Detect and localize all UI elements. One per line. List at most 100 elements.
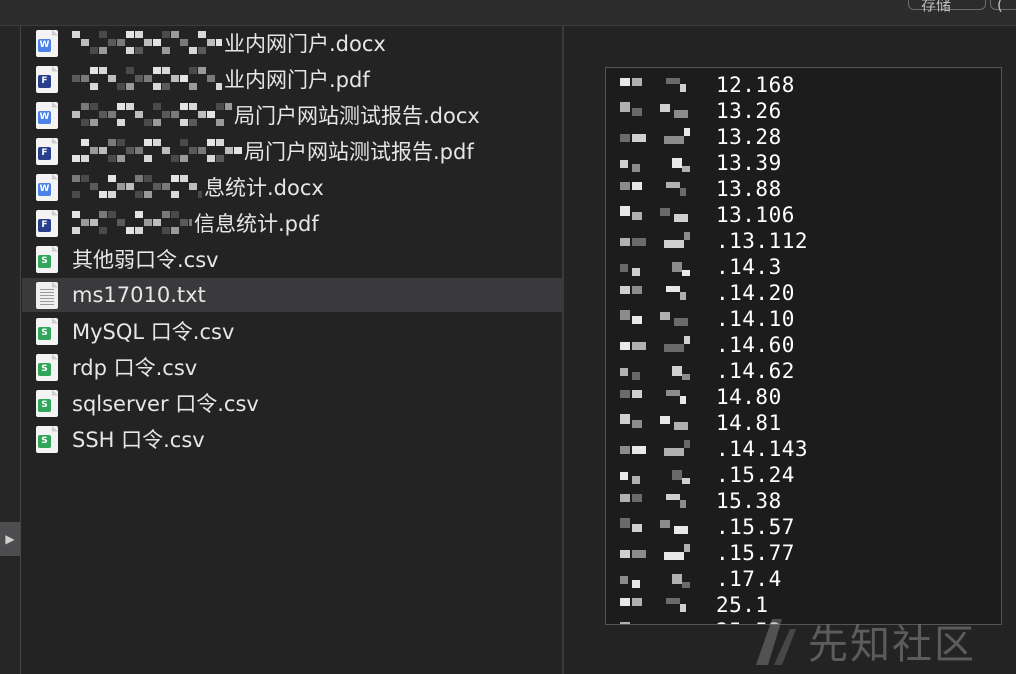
ip-address-suffix: .14.10: [716, 307, 795, 331]
more-button[interactable]: (: [990, 0, 1016, 14]
file-name-text: 其他弱口令.csv: [72, 248, 219, 272]
expand-arrow-icon[interactable]: ▶: [0, 522, 20, 556]
redacted-mask: [620, 334, 716, 356]
ip-address-suffix: .14.60: [716, 333, 795, 357]
file-name: 业内网门户.pdf: [72, 64, 370, 94]
redacted-mask: [72, 175, 202, 199]
preview-line: .17.4: [606, 566, 1001, 592]
file-name: rdp 口令.csv: [72, 352, 197, 382]
preview-line: .13.112: [606, 228, 1001, 254]
file-name: 局门户网站测试报告.docx: [72, 100, 480, 130]
file-row[interactable]: F 业内网门户.pdf: [22, 62, 562, 96]
ip-address-suffix: .14.62: [716, 359, 795, 383]
file-name: 息统计.docx: [72, 172, 324, 202]
redacted-mask: [620, 100, 716, 122]
preview-line: .14.20: [606, 280, 1001, 306]
ip-address-suffix: 14.81: [716, 411, 782, 435]
file-name-text: 息统计.docx: [204, 176, 324, 200]
file-row[interactable]: W 局门户网站测试报告.docx: [22, 98, 562, 132]
redacted-mask: [72, 103, 232, 127]
file-name-text: 局门户网站测试报告.pdf: [244, 140, 474, 164]
watermark-text: 先知社区: [808, 622, 976, 668]
file-name: ms17010.txt: [72, 283, 206, 307]
preview-pane: 12.168 13.26 13.28 13.39 13.88 13.106.13.112.…: [564, 26, 1016, 674]
redacted-mask: [620, 464, 716, 486]
file-row[interactable]: Srdp 口令.csv: [22, 350, 562, 384]
preview-line: 13.39: [606, 150, 1001, 176]
redacted-mask: [620, 256, 716, 278]
ip-address-suffix: .13.112: [716, 229, 809, 253]
file-row[interactable]: ms17010.txt: [22, 278, 562, 312]
redacted-mask: [620, 178, 716, 200]
more-button-label: (: [997, 0, 1003, 14]
preview-line: .14.143: [606, 436, 1001, 462]
preview-line: 13.26: [606, 98, 1001, 124]
file-name-text: SSH 口令.csv: [72, 428, 205, 452]
pdf-file-icon: F: [36, 209, 58, 237]
file-name: 业内网门户.docx: [72, 28, 386, 58]
file-row[interactable]: S MySQL 口令.csv: [22, 314, 562, 348]
file-name: 信息统计.pdf: [72, 208, 319, 238]
share-button-label: 存储: [921, 0, 952, 14]
docx-file-icon: W: [36, 101, 58, 129]
file-row[interactable]: S 其他弱口令.csv: [22, 242, 562, 276]
ip-address-suffix: .15.24: [716, 463, 795, 487]
ip-address-suffix: .14.143: [716, 437, 809, 461]
watermark-logo-icon: [756, 619, 796, 665]
ip-address-suffix: 13.28: [716, 125, 782, 149]
docx-file-icon: W: [36, 29, 58, 57]
file-name-text: ms17010.txt: [72, 283, 206, 307]
ip-address-suffix: 13.88: [716, 177, 782, 201]
redacted-mask: [620, 620, 716, 624]
pdf-file-icon: F: [36, 65, 58, 93]
file-name-text: 信息统计.pdf: [194, 212, 319, 236]
text-preview: 12.168 13.26 13.28 13.39 13.88 13.106.13.112.…: [605, 67, 1002, 625]
ip-address-suffix: 13.39: [716, 151, 782, 175]
ip-address-suffix: .17.4: [716, 567, 782, 591]
ip-address-suffix: 15.38: [716, 489, 782, 513]
redacted-mask: [72, 31, 222, 55]
file-row[interactable]: W 业内网门户.docx: [22, 26, 562, 60]
redacted-mask: [620, 126, 716, 148]
file-name: SSH 口令.csv: [72, 424, 205, 454]
csv-file-icon: S: [36, 353, 58, 381]
redacted-mask: [620, 438, 716, 460]
share-button[interactable]: 存储: [908, 0, 986, 14]
file-name-text: rdp 口令.csv: [72, 356, 198, 380]
preview-line: 14.80: [606, 384, 1001, 410]
preview-line: 15.38: [606, 488, 1001, 514]
preview-line: 14.81: [606, 410, 1001, 436]
redacted-mask: [620, 360, 716, 382]
ip-address-suffix: 13.106: [716, 203, 795, 227]
redacted-mask: [620, 204, 716, 226]
preview-line: 12.168: [606, 72, 1001, 98]
file-row[interactable]: F 局门户网站测试报告.pdf: [22, 134, 562, 168]
file-row[interactable]: W 息统计.docx: [22, 170, 562, 204]
file-name-text: 业内网门户.docx: [224, 32, 386, 56]
preview-line: .15.77: [606, 540, 1001, 566]
ip-address-suffix: .14.20: [716, 281, 795, 305]
ip-address-suffix: 13.26: [716, 99, 782, 123]
file-row[interactable]: Ssqlserver 口令.csv: [22, 386, 562, 420]
preview-line: 13.28: [606, 124, 1001, 150]
redacted-mask: [620, 542, 716, 564]
file-row[interactable]: S SSH 口令.csv: [22, 422, 562, 456]
preview-line: 13.106: [606, 202, 1001, 228]
file-name-text: sqlserver 口令.csv: [72, 392, 259, 416]
file-row[interactable]: F 信息统计.pdf: [22, 206, 562, 240]
ip-address-suffix: .15.57: [716, 515, 795, 539]
file-list: W 业内网门户.docx F 业内网门户.pdf W 局门户网站测试报告.docx F 局门户…: [22, 26, 562, 674]
file-name: MySQL 口令.csv: [72, 316, 234, 346]
redacted-mask: [620, 282, 716, 304]
redacted-mask: [620, 230, 716, 252]
redacted-mask: [72, 139, 242, 163]
file-name-text: 局门户网站测试报告.docx: [234, 104, 480, 128]
preview-line: .14.62: [606, 358, 1001, 384]
preview-line: .15.24: [606, 462, 1001, 488]
ip-address-suffix: 14.80: [716, 385, 782, 409]
txt-file-icon: [36, 281, 58, 309]
csv-file-icon: S: [36, 245, 58, 273]
file-name: 其他弱口令.csv: [72, 244, 219, 274]
finder-window: 存储 ( ▶ W 业内网门户.docx F 业内网门户.pdf W 局门户网站测试报告.d…: [0, 0, 1016, 674]
file-name: 局门户网站测试报告.pdf: [72, 136, 474, 166]
